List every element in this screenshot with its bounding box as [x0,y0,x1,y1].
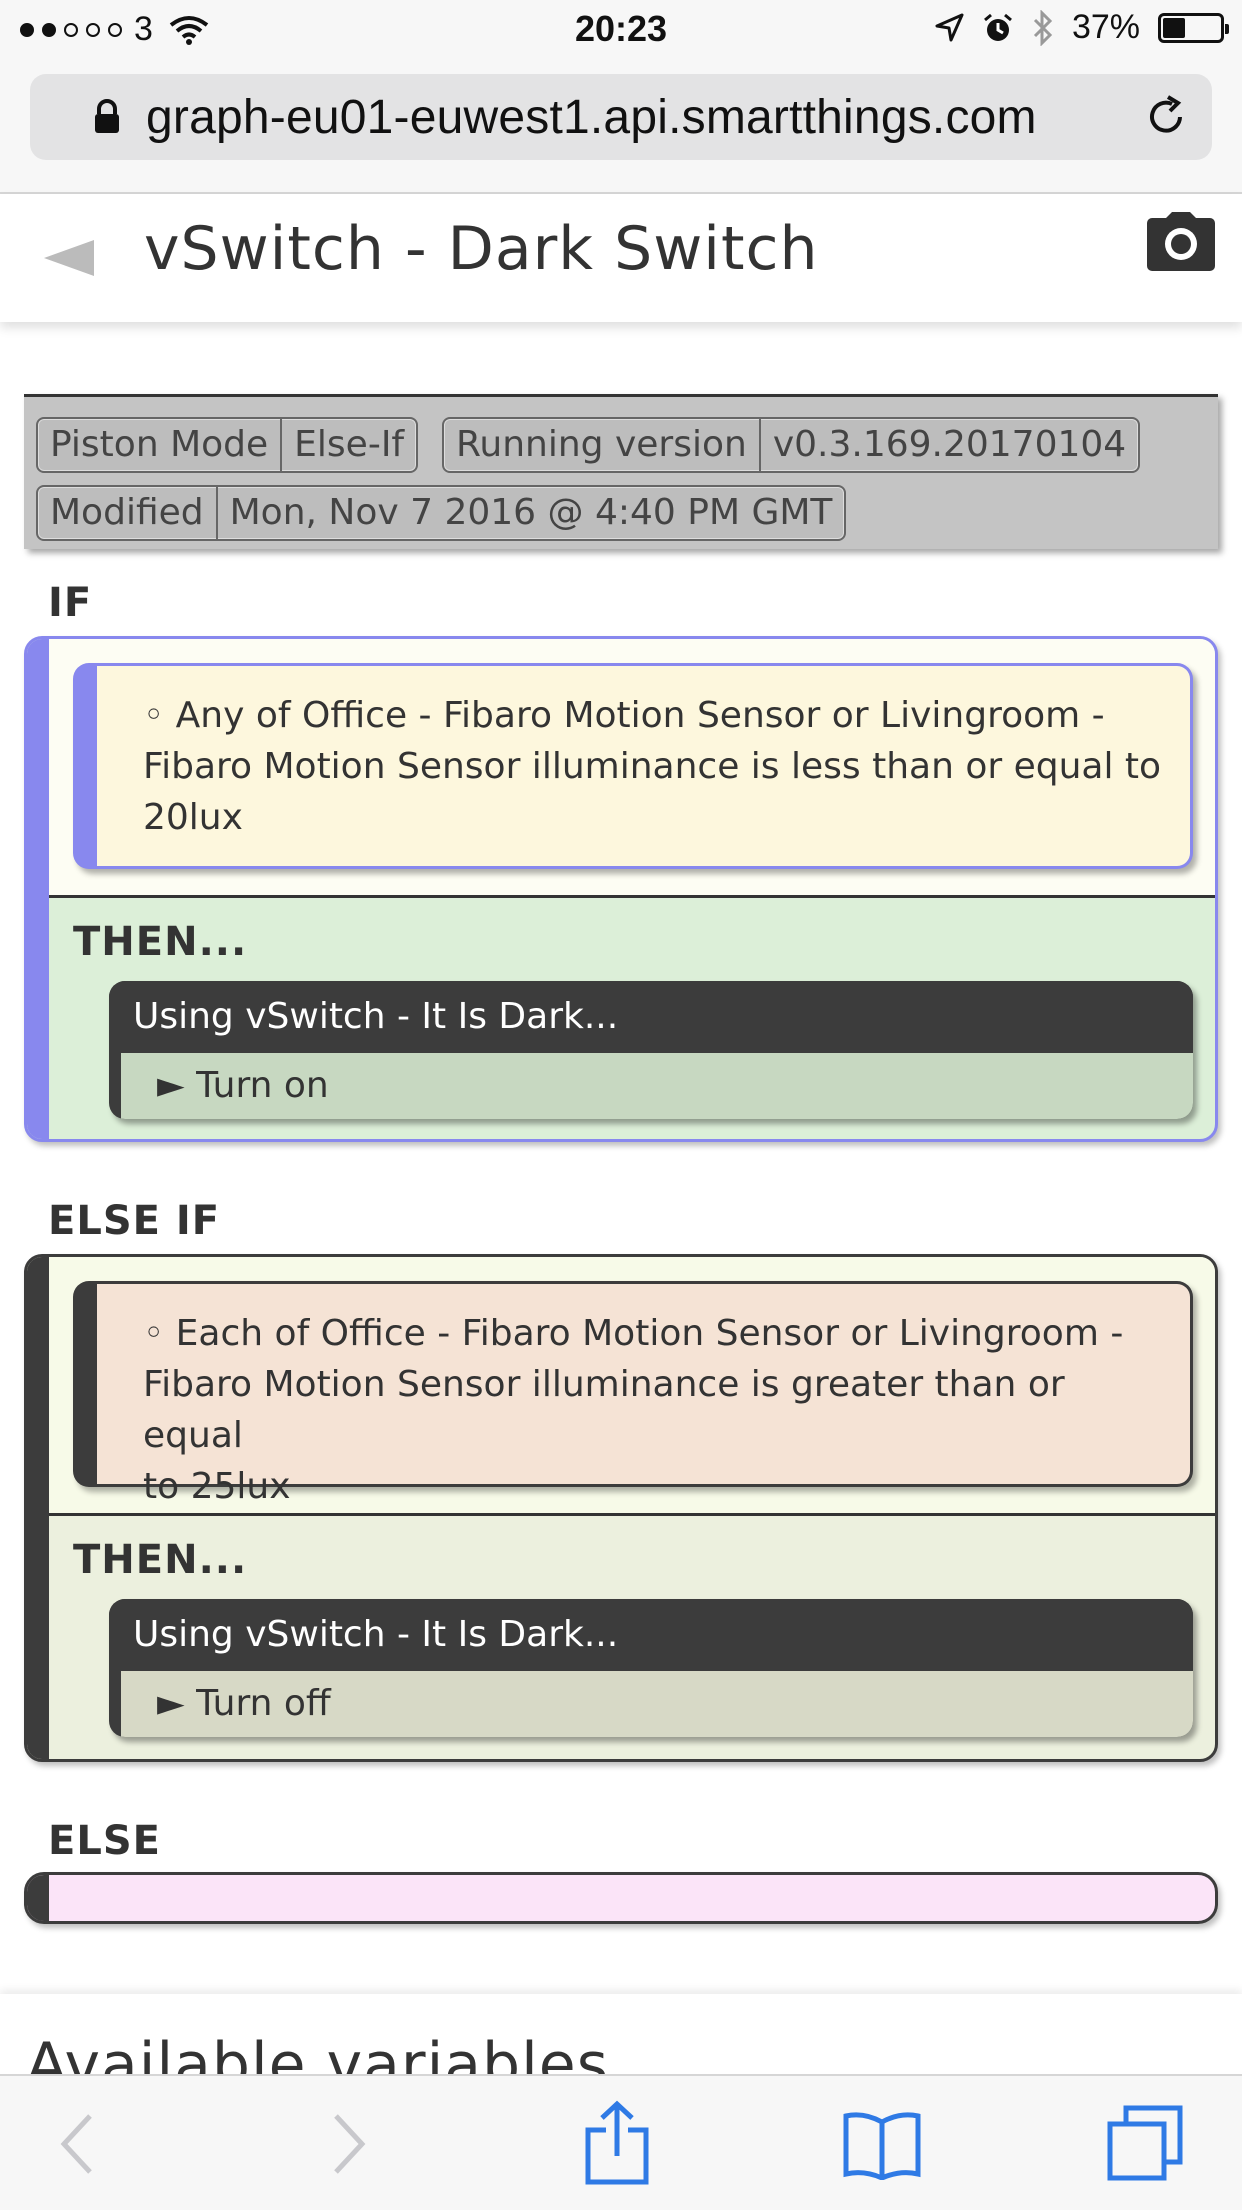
else-if-label: ELSE IF [48,1198,221,1244]
condition-line: 20lux [143,797,243,838]
else-if-condition[interactable]: ◦ Each of Office - Fibaro Motion Sensor … [73,1281,1193,1507]
alarm-icon [983,13,1012,41]
lock-icon [95,99,119,133]
next-section-panel: Available variables [0,1994,1242,2074]
running-version-tag: Running version v0.3.169.20170104 [442,417,1141,473]
action-command: ► Turn off [121,1671,1193,1737]
battery-level [1163,17,1186,38]
if-then-label: THEN... [73,919,248,965]
piston-mode-label: Piston Mode [38,419,283,471]
if-condition[interactable]: ◦ Any of Office - Fibaro Motion Sensor o… [73,663,1193,869]
else-if-action[interactable]: Using vSwitch - It Is Dark... ► Turn off [109,1599,1193,1737]
else-block[interactable] [24,1872,1218,1924]
if-block: ◦ Any of Office - Fibaro Motion Sensor o… [24,636,1218,1142]
condition-line: Fibaro Motion Sensor illuminance is less… [143,746,1162,787]
page-header: vSwitch - Dark Switch [0,194,1242,322]
action-device: Using vSwitch - It Is Dark... [109,981,1193,1053]
modified-tag: Modified Mon, Nov 7 2016 @ 4:40 PM GMT [36,485,847,541]
page-title: vSwitch - Dark Switch [144,214,819,284]
if-label: IF [48,580,93,626]
running-version-label: Running version [444,419,761,471]
url-text[interactable]: graph-eu01-euwest1.api.smartthings.com [146,90,1037,145]
condition-line: to 25lux [143,1466,291,1507]
share-icon[interactable] [584,2100,650,2186]
battery-percent: 37% [1071,8,1140,46]
running-version-value: v0.3.169.20170104 [772,424,1127,465]
address-bar[interactable]: graph-eu01-euwest1.api.smartthings.com [30,74,1212,160]
forward-nav-icon[interactable] [328,2112,368,2176]
available-variables-heading: Available variables [26,2030,609,2074]
bookmarks-icon[interactable] [842,2110,922,2180]
bluetooth-icon [1033,9,1053,46]
location-arrow-icon [935,13,964,41]
reload-icon[interactable] [1142,93,1190,141]
else-if-block: ◦ Each of Office - Fibaro Motion Sensor … [24,1254,1218,1762]
modified-label: Modified [38,487,218,539]
piston-mode-tag: Piston Mode Else-If [36,417,419,473]
modified-value: Mon, Nov 7 2016 @ 4:40 PM GMT [229,492,833,533]
condition-line: ◦ Any of Office - Fibaro Motion Sensor o… [143,695,1105,736]
condition-line: ◦ Each of Office - Fibaro Motion Sensor … [143,1313,1124,1354]
condition-line: Fibaro Motion Sensor illuminance is grea… [143,1364,1065,1456]
status-bar: 3 20:23 37% [0,0,1242,62]
else-if-accent-bar [27,1257,49,1759]
else-if-then-label: THEN... [73,1537,248,1583]
tabs-icon[interactable] [1106,2104,1184,2182]
browser-toolbar [0,2074,1242,2210]
action-command: ► Turn on [121,1053,1193,1119]
piston-info: Piston Mode Else-If Running version v0.3… [24,394,1218,549]
action-device: Using vSwitch - It Is Dark... [109,1599,1193,1671]
camera-icon[interactable] [1146,210,1216,272]
battery-icon [1158,12,1229,43]
piston-mode-value: Else-If [294,424,405,465]
back-nav-icon[interactable] [58,2112,98,2176]
status-right: 37% [934,8,1229,47]
if-action[interactable]: Using vSwitch - It Is Dark... ► Turn on [109,981,1193,1119]
else-label: ELSE [48,1818,161,1864]
back-arrow-icon[interactable] [44,240,94,276]
else-accent-bar [27,1875,49,1921]
browser-chrome: graph-eu01-euwest1.api.smartthings.com [0,62,1242,194]
if-accent-bar [27,639,49,1139]
